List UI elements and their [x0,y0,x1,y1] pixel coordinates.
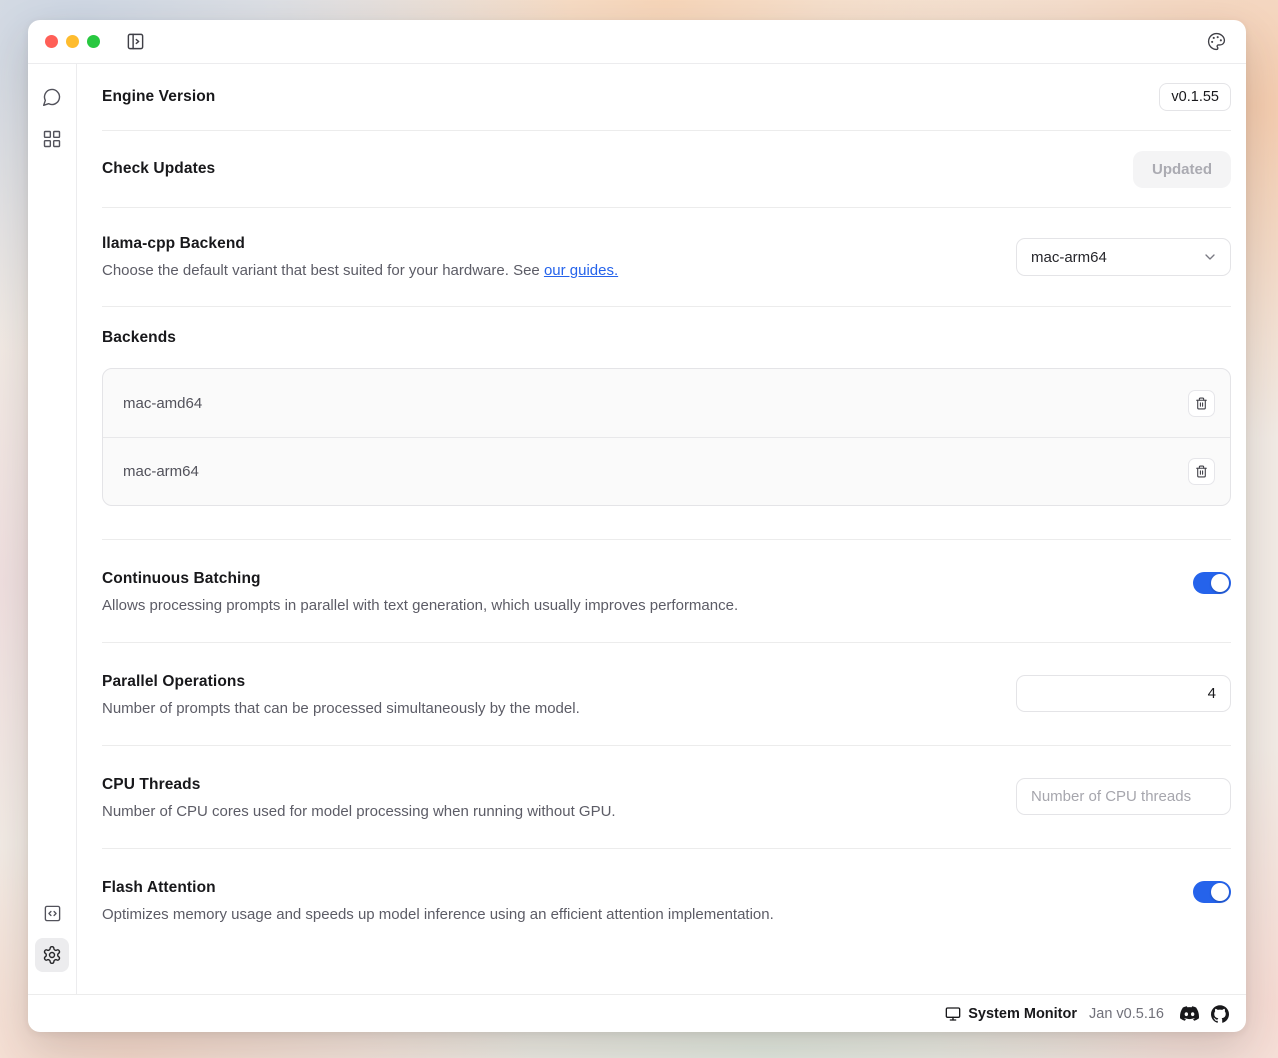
settings-gear-icon [42,945,62,965]
backend-description: Choose the default variant that best sui… [102,262,618,279]
apps-grid-icon [42,129,62,149]
system-monitor-button[interactable]: System Monitor [945,1006,1077,1022]
backend-row: llama-cpp Backend Choose the default var… [102,208,1231,307]
check-updates-button[interactable]: Updated [1133,151,1231,188]
continuous-batching-description: Allows processing prompts in parallel wi… [102,597,738,614]
continuous-batching-label: Continuous Batching [102,570,738,588]
parallel-operations-label: Parallel Operations [102,673,580,691]
app-window: Engine Version v0.1.55 Check Updates Upd… [28,20,1246,1032]
parallel-operations-row: Parallel Operations Number of prompts th… [102,643,1231,746]
sidebar [28,64,77,994]
backend-item-name: mac-arm64 [123,463,199,480]
continuous-batching-row: Continuous Batching Allows processing pr… [102,540,1231,643]
sidebar-item-hub[interactable] [35,122,69,156]
sidebar-item-local-api[interactable] [35,896,69,930]
sidebar-item-chat[interactable] [35,80,69,114]
backend-item-name: mac-amd64 [123,395,202,412]
status-bar: System Monitor Jan v0.5.16 [28,994,1246,1032]
backend-description-text: Choose the default variant that best sui… [102,262,544,279]
continuous-batching-toggle[interactable] [1193,572,1231,594]
chevron-down-icon [1202,249,1218,265]
backend-item: mac-amd64 [103,369,1230,437]
delete-backend-button[interactable] [1188,458,1215,485]
cpu-threads-row: CPU Threads Number of CPU cores used for… [102,746,1231,849]
parallel-operations-description: Number of prompts that can be processed … [102,700,580,717]
code-icon [43,904,62,923]
close-button[interactable] [45,35,58,48]
backend-select[interactable]: mac-arm64 [1016,238,1231,276]
cpu-threads-label: CPU Threads [102,776,616,794]
engine-version-label: Engine Version [102,88,215,106]
trash-icon [1195,397,1208,410]
zoom-button[interactable] [87,35,100,48]
cpu-threads-input[interactable] [1016,778,1231,815]
parallel-operations-input[interactable] [1016,675,1231,712]
settings-panel: Engine Version v0.1.55 Check Updates Upd… [77,64,1246,994]
flash-attention-toggle[interactable] [1193,881,1231,903]
flash-attention-row: Flash Attention Optimizes memory usage a… [102,849,1231,951]
delete-backend-button[interactable] [1188,390,1215,417]
guides-link[interactable]: our guides. [544,262,618,279]
traffic-lights [45,35,100,48]
system-monitor-label: System Monitor [968,1006,1077,1022]
panel-toggle-icon[interactable] [126,32,145,51]
backends-label: Backends [102,329,1231,347]
engine-version-badge: v0.1.55 [1159,83,1231,111]
cpu-threads-description: Number of CPU cores used for model proce… [102,803,616,820]
backend-label: llama-cpp Backend [102,235,618,253]
monitor-icon [945,1006,961,1022]
backends-section: Backends mac-amd64 mac-arm64 [102,307,1231,540]
flash-attention-label: Flash Attention [102,879,774,897]
titlebar [28,20,1246,64]
engine-version-row: Engine Version v0.1.55 [102,64,1231,131]
chat-icon [42,87,62,107]
check-updates-row: Check Updates Updated [102,131,1231,208]
flash-attention-description: Optimizes memory usage and speeds up mod… [102,906,774,923]
palette-icon[interactable] [1207,32,1226,51]
trash-icon [1195,465,1208,478]
app-version: Jan v0.5.16 [1089,1006,1164,1022]
discord-icon[interactable] [1180,1004,1199,1023]
check-updates-label: Check Updates [102,160,215,178]
backend-select-value: mac-arm64 [1031,249,1107,266]
minimize-button[interactable] [66,35,79,48]
backends-list: mac-amd64 mac-arm64 [102,368,1231,506]
sidebar-item-settings[interactable] [35,938,69,972]
backend-item: mac-arm64 [103,437,1230,505]
github-icon[interactable] [1211,1005,1229,1023]
